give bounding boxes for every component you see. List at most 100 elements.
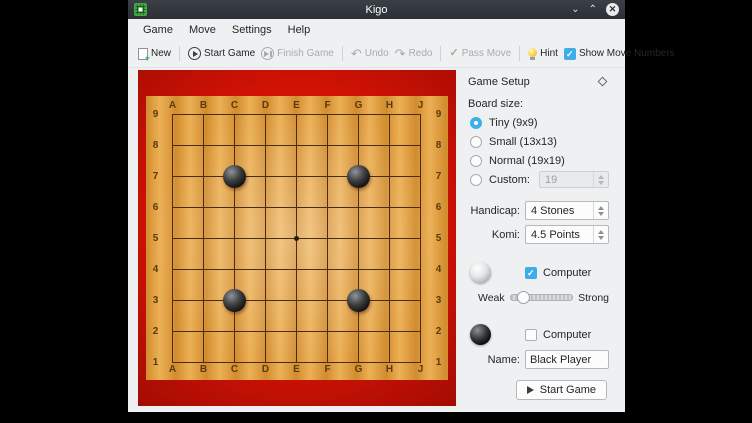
menu-help[interactable]: Help: [280, 22, 319, 38]
undo-label: Undo: [365, 48, 389, 59]
radio-small[interactable]: Small (13x13): [468, 132, 609, 151]
board-coord-letter: J: [411, 364, 431, 375]
show-move-numbers-checkbox[interactable]: [564, 48, 576, 60]
board-coord-letter: C: [225, 364, 245, 375]
dock-float-icon[interactable]: [598, 77, 608, 87]
white-computer-checkbox[interactable]: [525, 267, 537, 279]
redo-button[interactable]: ↷ Redo: [392, 45, 436, 62]
radio-icon-normal[interactable]: [470, 155, 482, 167]
komi-value: 4.5 Points: [531, 229, 580, 241]
board-coord-letter: A: [163, 100, 183, 111]
board-coord-number: 9: [149, 109, 162, 120]
weak-label: Weak: [478, 292, 505, 304]
start-game-label: Start Game: [204, 48, 255, 59]
radio-icon-custom[interactable]: [470, 174, 482, 186]
hint-bulb-icon: [528, 48, 537, 57]
board-coord-letter: A: [163, 364, 183, 375]
radio-icon-small[interactable]: [470, 136, 482, 148]
handicap-row: Handicap: 4 Stones: [468, 201, 609, 220]
go-board-wood[interactable]: AABBCCDDEEFFGGHHJJ998877665544332211: [146, 96, 448, 380]
board-size-label: Board size:: [468, 98, 609, 110]
kigo-app-icon: [134, 3, 147, 16]
white-player-row: Computer: [468, 262, 609, 283]
radio-custom[interactable]: Custom: 19: [468, 170, 609, 189]
slider-handle[interactable]: [517, 291, 530, 304]
menu-game[interactable]: Game: [135, 22, 181, 38]
main-content: AABBCCDDEEFFGGHHJJ998877665544332211 Gam…: [128, 68, 625, 412]
spinner-arrows-icon[interactable]: [593, 172, 608, 187]
spinner-arrows-icon[interactable]: [593, 202, 608, 219]
black-stone[interactable]: [347, 165, 370, 188]
black-player-name-input[interactable]: [525, 350, 609, 369]
strong-label: Strong: [578, 292, 609, 304]
document-new-icon: [138, 48, 148, 60]
board-coord-number: 8: [149, 140, 162, 151]
maximize-icon[interactable]: ⌃: [589, 5, 597, 15]
name-label: Name:: [468, 354, 520, 366]
komi-row: Komi: 4.5 Points: [468, 225, 609, 244]
board-coord-number: 9: [432, 109, 445, 120]
board-coord-letter: D: [256, 100, 276, 111]
titlebar[interactable]: Kigo ⌄ ⌃ ✕: [128, 0, 625, 19]
start-game-panel-button[interactable]: Start Game: [516, 380, 607, 400]
toolbar-separator: [179, 46, 180, 61]
play-icon: [527, 386, 534, 394]
black-player-row: Computer: [468, 324, 609, 345]
game-setup-panel: Game Setup Board size: Tiny (9x9) Small …: [460, 70, 615, 406]
checkmark-icon: ✓: [449, 47, 458, 60]
radio-normal[interactable]: Normal (19x19): [468, 151, 609, 170]
kigo-window: Kigo ⌄ ⌃ ✕ Game Move Settings Help New S…: [128, 0, 625, 412]
radio-small-label: Small (13x13): [489, 136, 557, 148]
black-computer-checkbox[interactable]: [525, 329, 537, 341]
undo-icon: ↶: [351, 47, 362, 60]
radio-icon-tiny[interactable]: [470, 117, 482, 129]
board-coord-number: 4: [149, 264, 162, 275]
board-coord-number: 6: [432, 202, 445, 213]
white-computer-label: Computer: [543, 267, 591, 279]
finish-game-button[interactable]: Finish Game: [258, 45, 337, 62]
board-coord-letter: D: [256, 364, 276, 375]
board-coord-number: 8: [432, 140, 445, 151]
board-coord-number: 3: [432, 295, 445, 306]
menu-settings[interactable]: Settings: [224, 22, 280, 38]
komi-label: Komi:: [468, 229, 520, 241]
show-move-numbers-label: Show Move Numbers: [579, 48, 675, 59]
radio-tiny[interactable]: Tiny (9x9): [468, 113, 609, 132]
pass-move-button[interactable]: ✓ Pass Move: [446, 45, 514, 62]
board-coord-number: 7: [149, 171, 162, 182]
menu-move[interactable]: Move: [181, 22, 224, 38]
hint-button[interactable]: Hint: [525, 46, 561, 61]
handicap-combobox[interactable]: 4 Stones: [525, 201, 609, 220]
board-coord-letter: B: [194, 364, 214, 375]
name-row: Name:: [468, 350, 609, 369]
board-coord-letter: B: [194, 100, 214, 111]
custom-size-spinbox[interactable]: 19: [539, 171, 609, 188]
custom-size-value: 19: [545, 174, 557, 186]
board-coord-letter: F: [318, 364, 338, 375]
menubar: Game Move Settings Help: [128, 19, 625, 40]
board-coord-number: 5: [432, 233, 445, 244]
undo-button[interactable]: ↶ Undo: [348, 45, 392, 62]
new-button[interactable]: New: [135, 46, 174, 62]
handicap-value: 4 Stones: [531, 205, 574, 217]
redo-icon: ↷: [395, 47, 406, 60]
redo-label: Redo: [409, 48, 433, 59]
start-game-button-label: Start Game: [540, 384, 596, 396]
radio-tiny-label: Tiny (9x9): [489, 117, 538, 129]
black-stone[interactable]: [223, 289, 246, 312]
black-stone[interactable]: [223, 165, 246, 188]
komi-combobox[interactable]: 4.5 Points: [525, 225, 609, 244]
board-coord-number: 3: [149, 295, 162, 306]
black-stone[interactable]: [347, 289, 370, 312]
board-coord-letter: J: [411, 100, 431, 111]
strength-slider[interactable]: [510, 291, 573, 304]
board-coord-number: 2: [149, 326, 162, 337]
close-icon[interactable]: ✕: [606, 3, 619, 16]
spinner-arrows-icon[interactable]: [593, 226, 608, 243]
minimize-icon[interactable]: ⌄: [571, 5, 579, 15]
show-move-numbers-toggle[interactable]: Show Move Numbers: [561, 46, 678, 62]
start-game-button[interactable]: Start Game: [185, 45, 258, 62]
toolbar-separator: [519, 46, 520, 61]
board-coord-letter: G: [349, 100, 369, 111]
board-coord-number: 2: [432, 326, 445, 337]
